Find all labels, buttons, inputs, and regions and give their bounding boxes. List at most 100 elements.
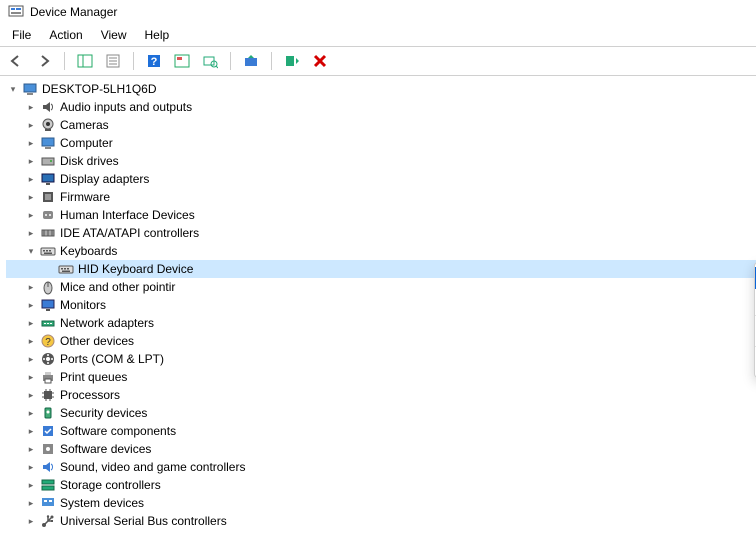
tree-item-usb[interactable]: ▸Universal Serial Bus controllers <box>6 512 756 530</box>
usb-icon <box>40 513 56 529</box>
tree-item-camera[interactable]: ▸Cameras <box>6 116 756 134</box>
caret-right-icon[interactable]: ▸ <box>24 440 38 458</box>
menu-file[interactable]: File <box>4 26 39 44</box>
tree-item-sound[interactable]: ▸ Sound, video and game controllers <box>6 458 756 476</box>
tree-item-system[interactable]: ▸System devices <box>6 494 756 512</box>
svg-text:?: ? <box>151 56 158 68</box>
tree-item-monitor[interactable]: ▸ Monitors <box>6 296 756 314</box>
caret-right-icon[interactable]: ▸ <box>24 422 38 440</box>
tree-item-disk[interactable]: ▸ Disk drives <box>6 152 756 170</box>
enable-device-button[interactable] <box>282 51 302 71</box>
tree-item-security[interactable]: ▸ Security devices <box>6 404 756 422</box>
tree-item-chip[interactable]: ▸ Firmware <box>6 188 756 206</box>
tree-item-ide[interactable]: ▸IDE ATA/ATAPI controllers <box>6 224 756 242</box>
toolbar: ? <box>0 47 756 75</box>
caret-right-icon[interactable]: ▸ <box>24 332 38 350</box>
app-icon <box>8 4 24 20</box>
tree-item-label: Processors <box>60 386 120 404</box>
tree-item-other[interactable]: ▸?Other devices <box>6 332 756 350</box>
menu-help[interactable]: Help <box>137 26 178 44</box>
menu-action[interactable]: Action <box>41 26 90 44</box>
tree-item-swdev[interactable]: ▸ Software devices <box>6 440 756 458</box>
caret-right-icon[interactable]: ▸ <box>24 494 38 512</box>
caret-right-icon[interactable]: ▸ <box>24 152 38 170</box>
speaker-icon <box>40 99 56 115</box>
tree-item-speaker[interactable]: ▸Audio inputs and outputs <box>6 98 756 116</box>
caret-right-icon[interactable]: ▸ <box>24 404 38 422</box>
tree-item-label: Monitors <box>60 296 106 314</box>
caret-right-icon[interactable]: ▸ <box>24 386 38 404</box>
tree-item-label: Storage controllers <box>60 476 161 494</box>
tree-item-label: Firmware <box>60 188 110 206</box>
update-driver-button[interactable] <box>241 51 261 71</box>
caret-right-icon[interactable]: ▸ <box>24 350 38 368</box>
toolbar-separator <box>271 52 272 70</box>
caret-right-icon[interactable]: ▸ <box>24 512 38 530</box>
tree-item-storage[interactable]: ▸ Storage controllers <box>6 476 756 494</box>
tree-item-child-keyboard[interactable]: ▸HID Keyboard Device <box>6 260 756 278</box>
tree-item-hid[interactable]: ▸ Human Interface Devices <box>6 206 756 224</box>
scan-button[interactable] <box>200 51 220 71</box>
keyboard-icon <box>58 261 74 277</box>
tree-item-network[interactable]: ▸ Network adapters <box>6 314 756 332</box>
caret-right-icon[interactable]: ▸ <box>24 224 38 242</box>
caret-right-icon[interactable]: ▸ <box>24 170 38 188</box>
swcomp-icon <box>40 423 56 439</box>
computer-root-icon <box>22 81 38 97</box>
device-tree[interactable]: ▾DESKTOP-5LH1Q6D▸Audio inputs and output… <box>0 76 756 530</box>
titlebar: Device Manager <box>0 0 756 24</box>
swdev-icon <box>40 441 56 457</box>
caret-right-icon[interactable]: ▸ <box>24 278 38 296</box>
caret-right-icon[interactable]: ▸ <box>24 116 38 134</box>
computer-icon <box>40 135 56 151</box>
tree-item-port[interactable]: ▸ Ports (COM & LPT) <box>6 350 756 368</box>
tree-item-root[interactable]: ▾DESKTOP-5LH1Q6D <box>6 80 756 98</box>
tree-item-swcomp[interactable]: ▸Software components <box>6 422 756 440</box>
cpu-icon <box>40 387 56 403</box>
mouse-icon <box>40 279 56 295</box>
action-button[interactable] <box>172 51 192 71</box>
caret-down-icon[interactable]: ▾ <box>24 242 38 260</box>
caret-right-icon[interactable]: ▸ <box>24 314 38 332</box>
back-button[interactable] <box>6 51 26 71</box>
show-hide-tree-button[interactable] <box>75 51 95 71</box>
help-button[interactable]: ? <box>144 51 164 71</box>
printer-icon <box>40 369 56 385</box>
monitor-icon <box>40 297 56 313</box>
svg-text:?: ? <box>45 337 51 348</box>
tree-item-label: Network adapters <box>60 314 154 332</box>
port-icon <box>40 351 56 367</box>
caret-down-icon[interactable]: ▾ <box>6 80 20 98</box>
tree-item-printer[interactable]: ▸ Print queues <box>6 368 756 386</box>
tree-item-label: Software devices <box>60 440 151 458</box>
tree-item-label: Computer <box>60 134 113 152</box>
tree-item-label: Disk drives <box>60 152 119 170</box>
tree-item-keyboard[interactable]: ▾ Keyboards <box>6 242 756 260</box>
tree-item-display[interactable]: ▸Display adapters <box>6 170 756 188</box>
caret-right-icon[interactable]: ▸ <box>24 206 38 224</box>
keyboard-icon <box>40 243 56 259</box>
caret-none: ▸ <box>42 260 56 278</box>
tree-item-label: Security devices <box>60 404 147 422</box>
sound-icon <box>40 459 56 475</box>
caret-right-icon[interactable]: ▸ <box>24 476 38 494</box>
menu-view[interactable]: View <box>93 26 135 44</box>
tree-item-cpu[interactable]: ▸ Processors <box>6 386 756 404</box>
disk-icon <box>40 153 56 169</box>
tree-item-mouse[interactable]: ▸Mice and other pointir <box>6 278 756 296</box>
tree-item-label: Ports (COM & LPT) <box>60 350 164 368</box>
caret-right-icon[interactable]: ▸ <box>24 188 38 206</box>
tree-item-label: Human Interface Devices <box>60 206 195 224</box>
tree-item-label: Print queues <box>60 368 127 386</box>
forward-button[interactable] <box>34 51 54 71</box>
tree-item-computer[interactable]: ▸ Computer <box>6 134 756 152</box>
tree-item-label: Keyboards <box>60 242 117 260</box>
tree-item-label: Sound, video and game controllers <box>60 458 245 476</box>
uninstall-device-button[interactable] <box>310 51 330 71</box>
caret-right-icon[interactable]: ▸ <box>24 98 38 116</box>
caret-right-icon[interactable]: ▸ <box>24 296 38 314</box>
properties-button[interactable] <box>103 51 123 71</box>
caret-right-icon[interactable]: ▸ <box>24 368 38 386</box>
caret-right-icon[interactable]: ▸ <box>24 134 38 152</box>
caret-right-icon[interactable]: ▸ <box>24 458 38 476</box>
